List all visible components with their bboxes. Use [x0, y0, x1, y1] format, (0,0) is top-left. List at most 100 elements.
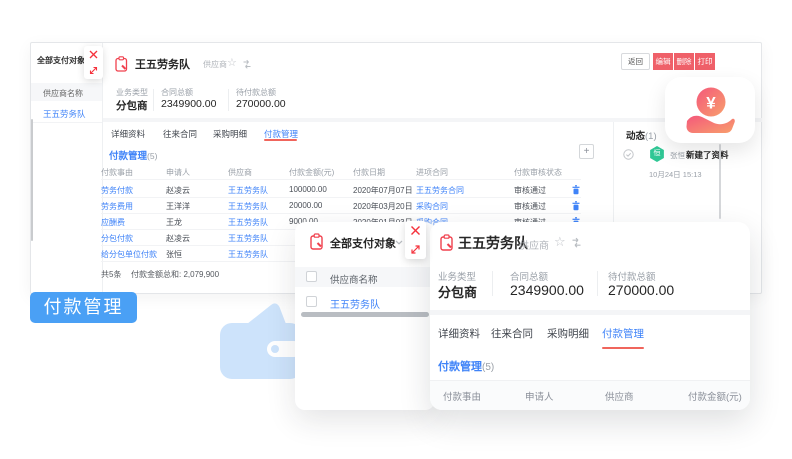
stat-label: 合同总额 — [161, 87, 193, 98]
total-value: 2,079,900 — [183, 270, 219, 279]
stat-value: 2349900.00 — [510, 282, 584, 298]
horizontal-scrollbar[interactable] — [301, 312, 429, 317]
activity-action: 新建了资料 — [686, 149, 729, 161]
cell-supplier[interactable]: 王五劳务队 — [228, 185, 268, 196]
record-icon — [440, 234, 454, 251]
divider — [101, 179, 581, 180]
divider — [597, 271, 598, 296]
stat-value: 270000.00 — [608, 282, 674, 298]
overlay-modal-controls — [405, 221, 426, 259]
payment-badge-card: ¥ — [665, 77, 755, 143]
col-header: 付款日期 — [353, 167, 385, 178]
hand-coin-icon: ¥ — [684, 86, 736, 134]
share-icon[interactable] — [571, 237, 582, 248]
print-button[interactable]: 打印 — [695, 53, 715, 70]
cell-supplier[interactable]: 王五劳务队 — [228, 201, 268, 212]
star-icon[interactable]: ☆ — [554, 234, 566, 250]
divider — [101, 197, 581, 198]
activity-scrollbar[interactable] — [719, 144, 721, 219]
cell-supplier[interactable]: 王五劳务队 — [228, 233, 268, 244]
active-tab-underline — [264, 139, 297, 141]
cell-reason[interactable]: 劳务费用 — [101, 201, 133, 212]
section-count: (5) — [482, 362, 494, 373]
stat-label: 业务类型 — [438, 269, 476, 283]
payee-list-item[interactable]: 王五劳务队 — [43, 108, 86, 120]
col-header: 付款金额(元) — [688, 389, 742, 403]
tab-purchases[interactable]: 采购明细 — [547, 326, 589, 341]
tab-contracts[interactable]: 往来合同 — [491, 326, 533, 341]
col-header: 供应商 — [605, 389, 634, 403]
cell-applicant: 王龙 — [166, 217, 182, 228]
section-title-text: 付款管理 — [109, 151, 147, 162]
overlay-detail-card: 王五劳务队 供应商 ☆ 业务类型 分包商 合同总额 2349900.00 待付款… — [430, 222, 750, 410]
cell-status: 审核通过 — [514, 185, 546, 196]
edit-button[interactable]: 编辑 — [653, 53, 673, 70]
cell-amount: 20000.00 — [289, 201, 322, 210]
cell-reason[interactable]: 分包付款 — [101, 233, 133, 244]
tab-purchases[interactable]: 采购明细 — [213, 128, 247, 140]
cell-supplier[interactable]: 王五劳务队 — [228, 217, 268, 228]
add-payment-button[interactable]: + — [579, 144, 594, 159]
divider — [101, 213, 581, 214]
section-title: 付款管理(5) — [109, 148, 157, 162]
col-header: 付款事由 — [443, 389, 481, 403]
delete-button[interactable]: 删除 — [674, 53, 694, 70]
cell-contract[interactable]: 王五劳务合同 — [416, 185, 464, 196]
stat-label: 待付款总额 — [236, 87, 276, 98]
chevron-down-icon[interactable] — [395, 240, 403, 245]
activity-user: 张恒 — [670, 150, 685, 161]
wallet-illustration — [215, 298, 307, 382]
close-icon[interactable] — [410, 225, 421, 236]
section-divider — [103, 118, 762, 122]
avatar[interactable]: 恒 — [649, 146, 665, 162]
activity-count: (1) — [645, 131, 657, 142]
tab-contracts[interactable]: 往来合同 — [163, 128, 197, 140]
trash-icon[interactable] — [572, 201, 580, 211]
feature-label: 付款管理 — [30, 292, 137, 323]
cell-reason[interactable]: 给分包单位付款 — [101, 249, 157, 260]
modal-controls — [84, 46, 103, 79]
stat-value: 270000.00 — [236, 98, 286, 110]
cell-status: 审核通过 — [514, 201, 546, 212]
back-button[interactable]: 返回 — [621, 53, 650, 70]
record-type-tag: 供应商 — [519, 237, 549, 252]
divider — [492, 271, 493, 296]
tab-details[interactable]: 详细资料 — [438, 326, 480, 341]
cell-applicant: 王洋洋 — [166, 201, 190, 212]
close-icon[interactable] — [89, 50, 98, 59]
col-header: 供应商 — [228, 167, 252, 178]
section-title: 付款管理(5) — [438, 358, 494, 374]
star-icon[interactable]: ☆ — [227, 56, 237, 69]
total-label: 付款金额总和: — [131, 270, 181, 279]
cell-reason[interactable]: 劳务付款 — [101, 185, 133, 196]
record-type-tag: 供应商 — [203, 59, 227, 70]
cell-amount: 100000.00 — [289, 185, 327, 194]
cell-supplier[interactable]: 王五劳务队 — [228, 249, 268, 260]
select-all-checkbox[interactable] — [306, 271, 317, 282]
stat-value: 2349900.00 — [161, 98, 216, 110]
left-scrollbar[interactable] — [31, 119, 33, 241]
tab-details[interactable]: 详细资料 — [111, 128, 145, 140]
table-footer-count: 共5条 — [101, 269, 121, 280]
expand-icon[interactable] — [410, 244, 421, 255]
col-header: 申请人 — [525, 389, 554, 403]
overlay-list-item[interactable]: 王五劳务队 — [330, 296, 380, 311]
yuan-symbol: ¥ — [706, 94, 716, 113]
cell-date: 2020年03月20日 — [353, 201, 413, 212]
activity-time: 10月24日 15:13 — [649, 169, 702, 180]
row-checkbox[interactable] — [306, 296, 317, 307]
divider — [228, 89, 229, 111]
expand-icon[interactable] — [89, 66, 98, 75]
payee-column-header: 供应商名称 — [43, 88, 83, 99]
tab-payments[interactable]: 付款管理 — [602, 326, 644, 341]
divider — [31, 122, 102, 123]
cell-reason[interactable]: 应酬费 — [101, 217, 125, 228]
trash-icon[interactable] — [572, 185, 580, 195]
record-icon — [310, 233, 324, 250]
section-count: (5) — [147, 151, 157, 161]
section-divider — [430, 310, 750, 315]
cell-contract[interactable]: 采购合同 — [416, 201, 448, 212]
share-icon[interactable] — [242, 59, 252, 69]
col-header: 付款金额(元) — [289, 167, 334, 178]
check-circle-icon — [623, 149, 634, 160]
